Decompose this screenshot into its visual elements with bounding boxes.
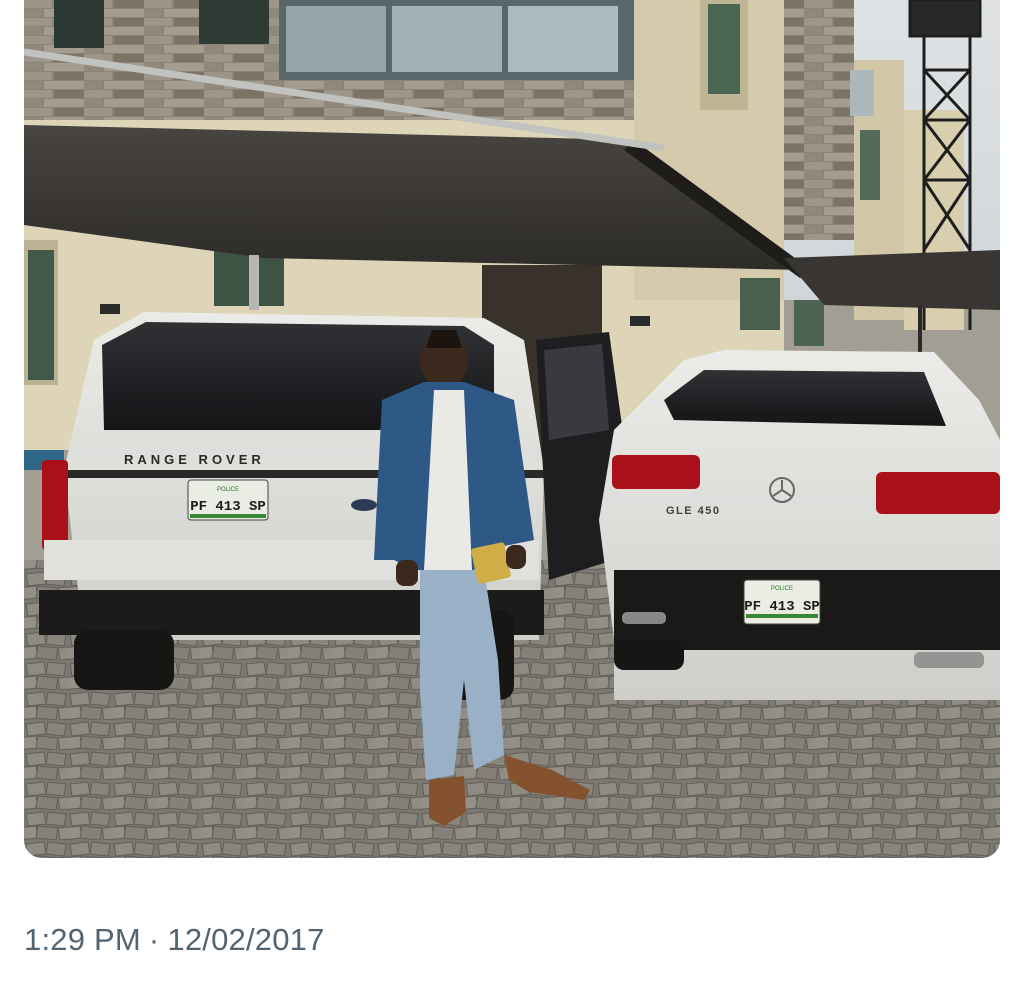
tweet-timestamp[interactable]: 1:29 PM · 12/02/2017 <box>24 922 325 958</box>
timestamp-separator: · <box>148 922 160 957</box>
timestamp-time: 1:29 PM <box>24 922 141 957</box>
tweet-photo[interactable]: RANGE ROVER POLICE PF 413 SP GLE 450 POL… <box>24 0 1000 858</box>
timestamp-date: 12/02/2017 <box>167 922 325 957</box>
photo-scene: RANGE ROVER POLICE PF 413 SP GLE 450 POL… <box>24 0 1000 858</box>
